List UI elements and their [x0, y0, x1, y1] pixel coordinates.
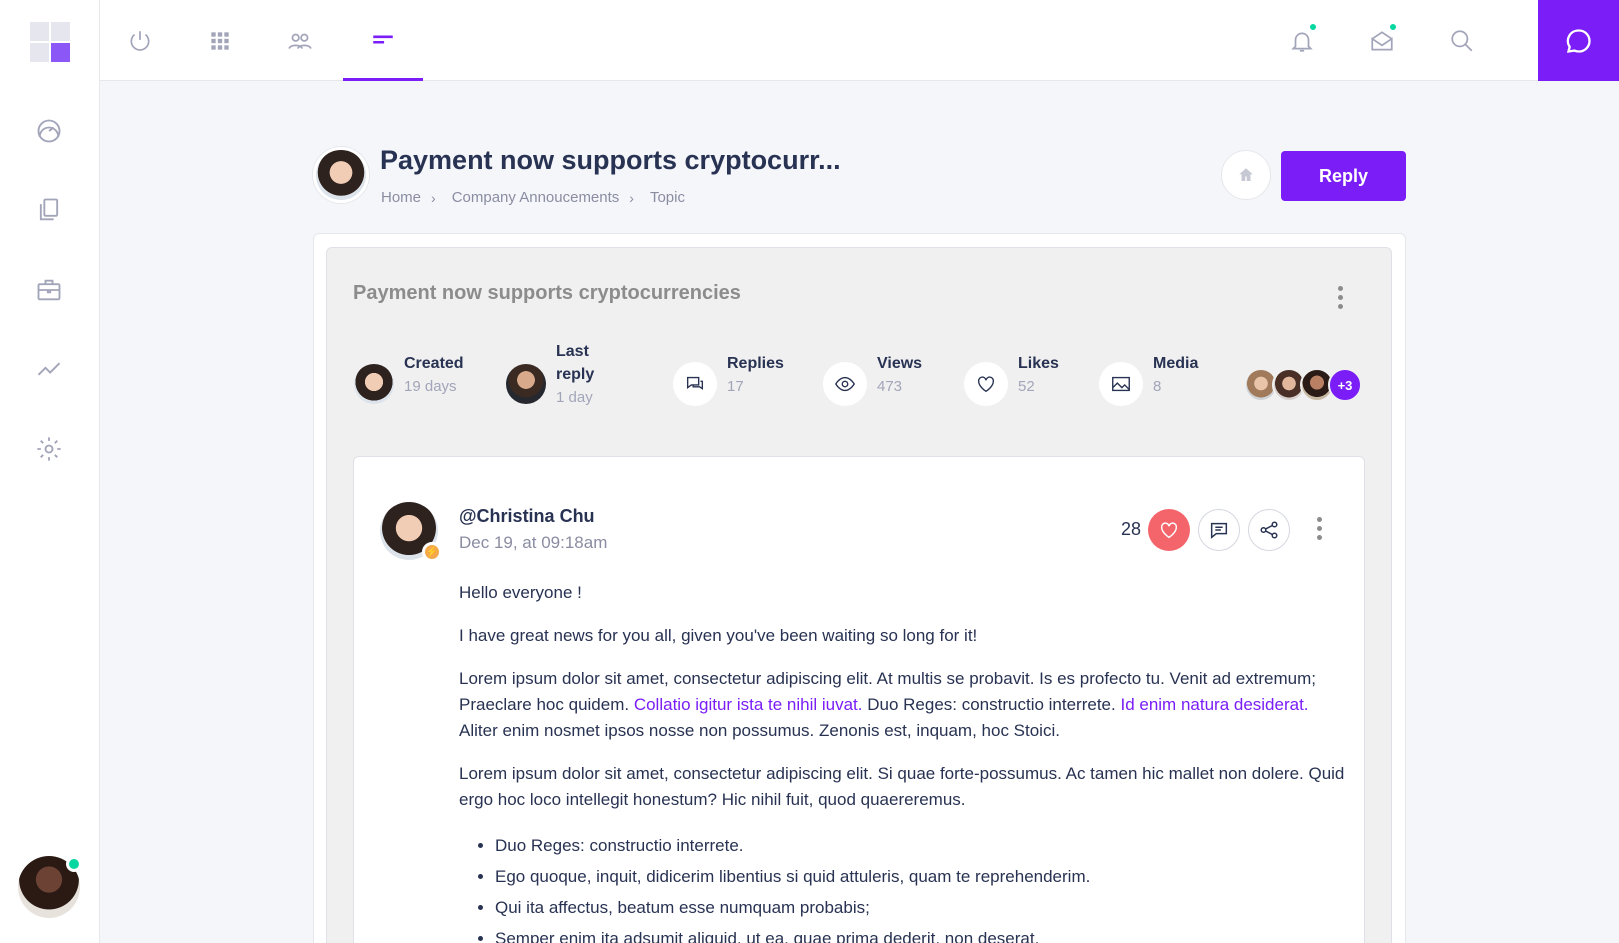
stat-views: Views 473 — [823, 352, 922, 422]
creator-avatar — [354, 364, 394, 404]
documents-icon[interactable] — [33, 194, 65, 226]
breadcrumb-topic: Topic — [649, 189, 685, 206]
inbox-icon[interactable] — [1352, 0, 1412, 81]
message-badge — [1388, 22, 1398, 32]
stat-likes-value: 52 — [1018, 378, 1035, 395]
search-icon[interactable] — [1432, 0, 1492, 81]
stat-last-reply-label-2: reply — [556, 366, 595, 383]
author-avatar — [313, 147, 369, 203]
breadcrumb: Home › Company Annoucements › Topic — [381, 189, 685, 206]
post-paragraph-2: Lorem ipsum dolor sit amet, consectetur … — [459, 764, 1345, 809]
comments-icon — [673, 362, 717, 406]
post-bullet-list: Duo Reges: constructio interrete. Ego qu… — [495, 830, 1349, 943]
stat-likes-label: Likes — [1018, 355, 1059, 372]
last-reply-avatar — [506, 364, 546, 404]
comment-icon — [1210, 522, 1228, 539]
app-logo[interactable] — [30, 22, 70, 62]
stat-last-reply-value: 1 day — [556, 389, 593, 406]
image-icon — [1099, 362, 1143, 406]
stat-replies-value: 17 — [727, 378, 744, 395]
breadcrumb-company-announcements[interactable]: Company Annoucements — [452, 189, 620, 206]
topic-title: Payment now supports cryptocurrencies — [353, 282, 741, 304]
home-icon — [1239, 168, 1253, 181]
online-status-dot — [66, 856, 82, 872]
post-greeting: Hello everyone ! — [459, 583, 582, 602]
breadcrumb-home[interactable]: Home — [381, 189, 421, 206]
briefcase-icon[interactable] — [33, 274, 65, 306]
heart-icon — [1160, 522, 1178, 539]
share-button[interactable] — [1248, 509, 1290, 551]
list-item: Ego quoque, inquit, didicerim libentius … — [495, 861, 1349, 892]
page-title: Payment now supports cryptocurr... — [380, 145, 841, 175]
top-navbar — [100, 0, 1619, 81]
apps-grid-icon[interactable] — [180, 0, 260, 81]
post-like-count: 28 — [1121, 519, 1142, 539]
sidebar — [0, 0, 100, 943]
notification-badge — [1308, 22, 1318, 32]
participants-facepile[interactable]: +3 — [1244, 368, 1364, 402]
power-icon[interactable] — [100, 0, 180, 81]
share-icon — [1260, 521, 1278, 539]
post-more-options-icon[interactable] — [1309, 513, 1329, 543]
stat-likes: Likes 52 — [964, 352, 1059, 422]
post-author-avatar[interactable]: ⚡ — [380, 502, 442, 562]
stat-last-reply-label-1: Last — [556, 343, 589, 360]
stat-views-value: 473 — [877, 378, 903, 395]
post-author-name[interactable]: @Christina Chu — [459, 506, 595, 527]
eye-icon — [823, 362, 867, 406]
post-text: Duo Reges: constructio interrete. — [862, 695, 1121, 714]
bell-icon[interactable] — [1272, 0, 1332, 81]
stat-replies-label: Replies — [727, 355, 784, 372]
stat-media: Media 8 — [1099, 352, 1198, 422]
analytics-chart-icon[interactable] — [33, 353, 65, 385]
stat-media-value: 8 — [1153, 378, 1162, 395]
post-intro: I have great news for you all, given you… — [459, 626, 978, 645]
home-button[interactable] — [1221, 150, 1271, 200]
reply-button[interactable]: Reply — [1281, 151, 1406, 201]
chat-bubble-icon[interactable] — [1538, 0, 1619, 81]
dashboard-gauge-icon[interactable] — [33, 115, 65, 147]
post-link[interactable]: Collatio igitur ista te nihil iuvat. — [634, 695, 863, 714]
post-link[interactable]: Id enim natura desiderat. — [1120, 695, 1308, 714]
more-participants-count[interactable]: +3 — [1328, 368, 1362, 402]
post-date: Dec 19, at 09:18am — [459, 533, 608, 552]
chevron-right-icon: › — [629, 189, 634, 206]
chevron-right-icon: › — [431, 189, 436, 206]
heart-icon — [964, 362, 1008, 406]
list-item: Duo Reges: constructio interrete. — [495, 830, 1349, 861]
stat-views-label: Views — [877, 355, 923, 372]
stat-replies: Replies 17 — [673, 352, 784, 422]
stat-created-value: 19 days — [404, 378, 457, 395]
stat-created-label: Created — [404, 355, 464, 372]
list-item: Qui ita affectus, beatum esse numquam pr… — [495, 892, 1349, 923]
stat-created: Created 19 days — [354, 352, 464, 422]
page-header: Payment now supports cryptocurr... Home ›… — [313, 145, 1406, 206]
post-text: Aliter enim nosmet ipsos nosse non possu… — [459, 721, 1060, 740]
settings-gear-icon[interactable] — [33, 433, 65, 465]
like-button[interactable] — [1148, 509, 1190, 551]
post-paragraph-1: Lorem ipsum dolor sit amet, consectetur … — [459, 666, 1349, 744]
post-body: Hello everyone ! I have great news for y… — [459, 580, 1349, 943]
current-user-avatar[interactable] — [18, 856, 82, 918]
lightning-badge-icon: ⚡ — [422, 542, 442, 562]
topic-more-options-icon[interactable] — [1330, 282, 1350, 312]
list-item: Semper enim ita adsumit aliquid, ut ea, … — [495, 923, 1349, 943]
menu-lines-icon[interactable] — [343, 0, 423, 81]
stat-last-reply: Last reply 1 day — [506, 343, 595, 422]
comment-button[interactable] — [1198, 509, 1240, 551]
stat-media-label: Media — [1153, 355, 1199, 372]
users-icon[interactable] — [260, 0, 340, 81]
